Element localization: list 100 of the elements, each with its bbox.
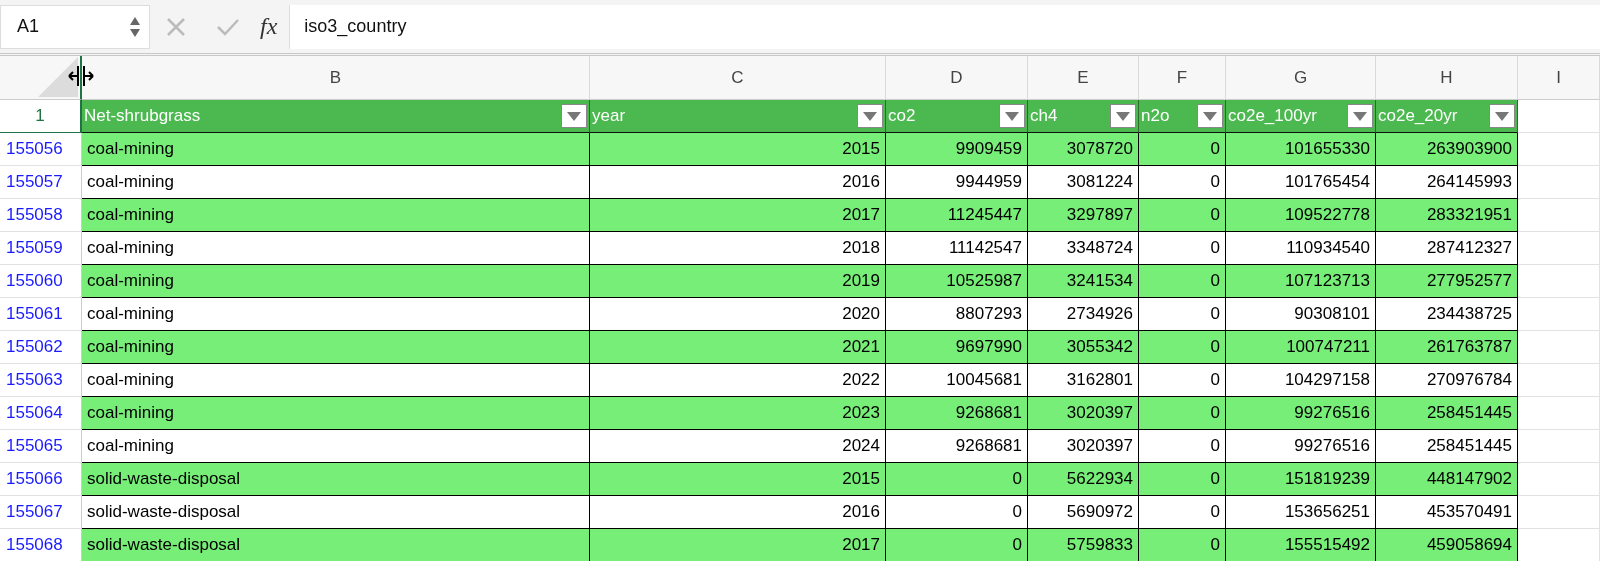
row-number[interactable]: 155057 [0, 166, 82, 199]
table-cell: solid-waste-disposal [82, 529, 590, 561]
header-label: Net-shrubgrass [84, 106, 201, 126]
row-number[interactable]: 155058 [0, 199, 82, 232]
row-number[interactable]: 155061 [0, 298, 82, 331]
name-box[interactable]: A1 [0, 4, 150, 49]
table-cell: 3081224 [1028, 166, 1139, 199]
table-cell: 0 [1139, 397, 1226, 430]
table-cell: 153656251 [1226, 496, 1376, 529]
row-number[interactable]: 155066 [0, 463, 82, 496]
table-cell: 2017 [590, 199, 886, 232]
row-number[interactable]: 155063 [0, 364, 82, 397]
table-cell: 0 [1139, 232, 1226, 265]
table-cell: 0 [1139, 496, 1226, 529]
row-number[interactable]: 155065 [0, 430, 82, 463]
table-cell: 0 [1139, 298, 1226, 331]
table-cell: coal-mining [82, 397, 590, 430]
filter-button[interactable] [857, 104, 883, 128]
table-cell: 3078720 [1028, 133, 1139, 166]
table-cell: coal-mining [82, 430, 590, 463]
table-cell: 3241534 [1028, 265, 1139, 298]
row-number[interactable]: 155060 [0, 265, 82, 298]
table-cell: coal-mining [82, 331, 590, 364]
table-cell: 2016 [590, 496, 886, 529]
table-cell: 5759833 [1028, 529, 1139, 561]
table-cell: 11142547 [886, 232, 1028, 265]
table-cell: 0 [1139, 265, 1226, 298]
function-label[interactable]: fx [260, 13, 278, 40]
table-cell: 459058694 [1376, 529, 1518, 561]
table-cell: 0 [1139, 133, 1226, 166]
table-cell: 2734926 [1028, 298, 1139, 331]
table-cell: 155515492 [1226, 529, 1376, 561]
table-cell: 287412327 [1376, 232, 1518, 265]
table-cell: 101655330 [1226, 133, 1376, 166]
spinner-icon[interactable] [129, 15, 141, 38]
table-cell: 9268681 [886, 397, 1028, 430]
filter-button[interactable] [1197, 104, 1223, 128]
table-cell: 0 [1139, 463, 1226, 496]
column-header[interactable]: C [590, 56, 886, 100]
table-cell: coal-mining [82, 232, 590, 265]
table-cell: 107123713 [1226, 265, 1376, 298]
table-cell: 0 [886, 529, 1028, 561]
filter-button[interactable] [999, 104, 1025, 128]
table-cell: 0 [886, 463, 1028, 496]
caret-icon [1005, 111, 1019, 121]
caret-icon [1353, 111, 1367, 121]
caret-icon [1495, 111, 1509, 121]
row-number[interactable]: 155064 [0, 397, 82, 430]
table-cell: 3348724 [1028, 232, 1139, 265]
table-cell: 3020397 [1028, 430, 1139, 463]
table-cell: 2024 [590, 430, 886, 463]
table-cell: 0 [886, 496, 1028, 529]
table-cell: 448147902 [1376, 463, 1518, 496]
table-cell: coal-mining [82, 166, 590, 199]
table-cell: 2019 [590, 265, 886, 298]
table-cell: 99276516 [1226, 397, 1376, 430]
header-label: ch4 [1030, 106, 1058, 126]
table-cell: 0 [1139, 166, 1226, 199]
column-header[interactable]: H [1376, 56, 1518, 100]
header-label: n2o [1141, 106, 1170, 126]
header-label: co2 [888, 106, 916, 126]
row-number[interactable]: 155059 [0, 232, 82, 265]
table-cell: 453570491 [1376, 496, 1518, 529]
table-cell: 11245447 [886, 199, 1028, 232]
row-number[interactable]: 155062 [0, 331, 82, 364]
table-cell: 2018 [590, 232, 886, 265]
filter-button[interactable] [1347, 104, 1373, 128]
table-cell: 3055342 [1028, 331, 1139, 364]
row-number[interactable]: 155056 [0, 133, 82, 166]
filter-button[interactable] [561, 104, 587, 128]
table-cell: 0 [1139, 199, 1226, 232]
caret-icon [567, 111, 581, 121]
table-cell: 0 [1139, 331, 1226, 364]
column-header[interactable]: E [1028, 56, 1139, 100]
header-label: co2e_100yr [1228, 106, 1317, 126]
table-cell: 0 [1139, 430, 1226, 463]
column-header[interactable]: F [1139, 56, 1226, 100]
row-number[interactable]: 155067 [0, 496, 82, 529]
column-header[interactable]: G [1226, 56, 1376, 100]
filter-button[interactable] [1489, 104, 1515, 128]
table-cell: 90308101 [1226, 298, 1376, 331]
table-cell: 5690972 [1028, 496, 1139, 529]
caret-icon [1203, 111, 1217, 121]
column-header[interactable]: D [886, 56, 1028, 100]
table-cell: 151819239 [1226, 463, 1376, 496]
column-header[interactable]: I [1518, 56, 1600, 100]
column-header[interactable]: B [82, 56, 590, 100]
filter-button[interactable] [1110, 104, 1136, 128]
table-cell: coal-mining [82, 265, 590, 298]
table-cell: 263903900 [1376, 133, 1518, 166]
table-cell: 110934540 [1226, 232, 1376, 265]
formula-field[interactable]: iso3_country [289, 4, 1600, 49]
header-label: co2e_20yr [1378, 106, 1458, 126]
table-cell: 10045681 [886, 364, 1028, 397]
table-cell: 2020 [590, 298, 886, 331]
table-cell: 2016 [590, 166, 886, 199]
table-cell: 10525987 [886, 265, 1028, 298]
table-cell: coal-mining [82, 133, 590, 166]
header-label: year [592, 106, 626, 126]
row-number[interactable]: 1 [0, 100, 82, 133]
